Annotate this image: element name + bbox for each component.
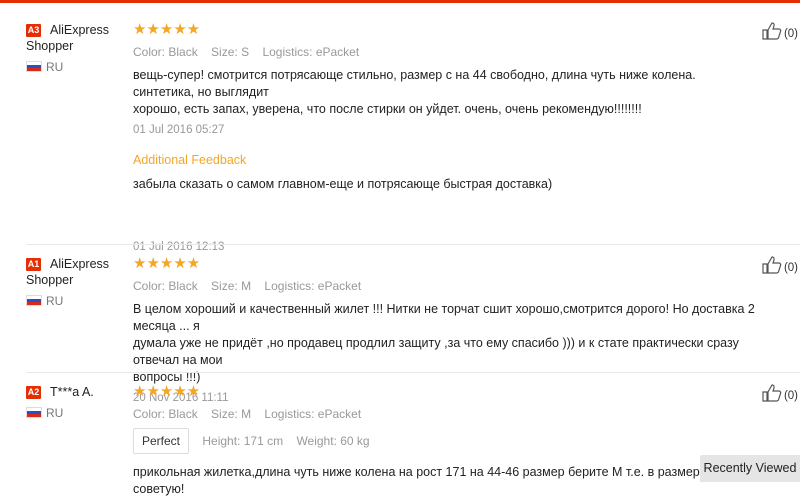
helpful-count: (0) bbox=[783, 390, 798, 402]
buyer-name: T***a A. bbox=[50, 385, 94, 399]
logistics-label: Logistics: bbox=[264, 407, 315, 421]
review-text-line: думала уже не придёт ,но продавец продли… bbox=[133, 336, 739, 367]
buyer-info: A3 AliExpress Shopper RU bbox=[26, 22, 126, 74]
additional-feedback-text: забыла сказать о самом главном-еще и пот… bbox=[133, 177, 553, 191]
review-item: A3 AliExpress Shopper RU ★★★★★ Color: Bl… bbox=[0, 22, 800, 253]
review-text-line: хорошо, есть запах, уверена, что после с… bbox=[133, 102, 642, 116]
thumbs-up-icon[interactable] bbox=[762, 384, 782, 402]
size-value: M bbox=[241, 407, 252, 421]
buyer-info: A1 AliExpress Shopper RU bbox=[26, 256, 126, 308]
order-info: Color: Black Size: S Logistics: ePacket bbox=[133, 44, 760, 60]
additional-feedback-title: Additional Feedback bbox=[133, 153, 247, 167]
fit-info: Perfect Height: 171 cm Weight: 60 kg bbox=[133, 428, 760, 454]
weight-label: Weight: bbox=[296, 434, 337, 448]
size-value: M bbox=[241, 279, 252, 293]
review-item: A2 T***a A. RU ★★★★★ Color: Black Size: … bbox=[0, 384, 800, 496]
star-rating: ★★★★★ bbox=[133, 255, 201, 272]
color-label: Color: bbox=[133, 45, 166, 59]
buyer-level-badge: A2 bbox=[26, 386, 41, 399]
thumbs-up-icon[interactable] bbox=[762, 256, 782, 274]
buyer-name: AliExpress bbox=[50, 23, 110, 37]
review-text: прикольная жилетка,длина чуть ниже колен… bbox=[133, 464, 760, 498]
review-content: ★★★★★ Color: Black Size: M Logistics: eP… bbox=[133, 384, 760, 498]
color-label: Color: bbox=[133, 407, 166, 421]
review-text-line: В целом хороший и качественный жилет !!!… bbox=[133, 302, 755, 333]
height-value: 171 cm bbox=[243, 434, 284, 448]
buyer-country: RU bbox=[26, 294, 63, 308]
russia-flag-icon bbox=[26, 407, 42, 418]
size-value: S bbox=[241, 45, 250, 59]
logistics-value: ePacket bbox=[317, 407, 362, 421]
buyer-name-line2: Shopper bbox=[26, 39, 74, 53]
helpful-vote[interactable]: (0) bbox=[762, 256, 798, 274]
buyer-country: RU bbox=[26, 60, 63, 74]
country-code: RU bbox=[46, 60, 64, 74]
weight-value: 60 kg bbox=[340, 434, 370, 448]
review-divider bbox=[26, 372, 800, 373]
russia-flag-icon bbox=[26, 61, 42, 72]
color-label: Color: bbox=[133, 279, 166, 293]
height-label: Height: bbox=[202, 434, 241, 448]
logistics-label: Logistics: bbox=[264, 279, 315, 293]
helpful-count: (0) bbox=[783, 28, 798, 40]
size-label: Size: bbox=[211, 279, 238, 293]
helpful-count: (0) bbox=[783, 262, 798, 274]
review-text-line: советую! bbox=[133, 482, 185, 496]
review-text-line: прикольная жилетка,длина чуть ниже колен… bbox=[133, 465, 751, 479]
color-value: Black bbox=[168, 279, 198, 293]
review-text: В целом хороший и качественный жилет !!!… bbox=[133, 301, 760, 386]
country-code: RU bbox=[46, 294, 64, 308]
buyer-name-line2: Shopper bbox=[26, 273, 74, 287]
size-label: Size: bbox=[211, 45, 238, 59]
russia-flag-icon bbox=[26, 295, 42, 306]
buyer-level-badge: A1 bbox=[26, 258, 41, 271]
buyer-level-badge: A3 bbox=[26, 24, 41, 37]
top-accent-bar bbox=[0, 0, 800, 3]
review-date: 01 Jul 2016 05:27 bbox=[133, 124, 225, 136]
logistics-label: Logistics: bbox=[262, 45, 313, 59]
recently-viewed-button[interactable]: Recently Viewed bbox=[700, 455, 800, 482]
logistics-value: ePacket bbox=[315, 45, 360, 59]
review-content: ★★★★★ Color: Black Size: S Logistics: eP… bbox=[133, 22, 760, 255]
review-divider bbox=[26, 244, 800, 245]
review-text-line: вещь-супер! смотрится потрясающе стильно… bbox=[133, 68, 696, 99]
size-label: Size: bbox=[211, 407, 238, 421]
fit-tag: Perfect bbox=[133, 428, 190, 454]
logistics-value: ePacket bbox=[317, 279, 362, 293]
buyer-info: A2 T***a A. RU bbox=[26, 384, 126, 420]
buyer-name: AliExpress bbox=[50, 257, 110, 271]
helpful-vote[interactable]: (0) bbox=[762, 384, 798, 402]
buyer-country: RU bbox=[26, 406, 63, 420]
review-text: вещь-супер! смотрится потрясающе стильно… bbox=[133, 67, 760, 118]
additional-feedback-date: 01 Jul 2016 12:13 bbox=[133, 241, 225, 253]
country-code: RU bbox=[46, 406, 64, 420]
order-info: Color: Black Size: M Logistics: ePacket bbox=[133, 406, 760, 422]
color-value: Black bbox=[168, 45, 198, 59]
review-item: A1 AliExpress Shopper RU ★★★★★ Color: Bl… bbox=[0, 255, 800, 404]
star-rating: ★★★★★ bbox=[133, 21, 201, 38]
order-info: Color: Black Size: M Logistics: ePacket bbox=[133, 278, 760, 294]
helpful-vote[interactable]: (0) bbox=[762, 22, 798, 40]
color-value: Black bbox=[168, 407, 198, 421]
star-rating: ★★★★★ bbox=[133, 383, 201, 400]
thumbs-up-icon[interactable] bbox=[762, 22, 782, 40]
